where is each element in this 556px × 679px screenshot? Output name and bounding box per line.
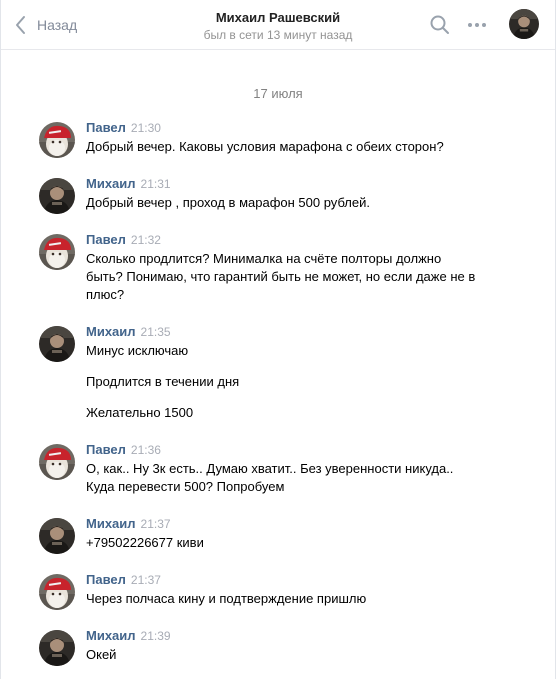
message-text: Добрый вечер. Каковы условия марафона с …	[86, 139, 444, 154]
back-button[interactable]: Назад	[13, 12, 77, 38]
avatar[interactable]	[39, 444, 75, 480]
avatar[interactable]	[39, 518, 75, 554]
avatar[interactable]	[39, 326, 75, 362]
message-author[interactable]: Михаил	[86, 516, 136, 531]
message-text: Добрый вечер , проход в марафон 500 рубл…	[86, 195, 370, 210]
message-author[interactable]: Павел	[86, 442, 126, 457]
partner-avatar[interactable]	[509, 9, 539, 39]
date-separator: 17 июля	[253, 86, 303, 101]
message-time[interactable]: 21:35	[141, 325, 171, 339]
more-button[interactable]	[466, 14, 488, 36]
avatar[interactable]	[39, 122, 75, 158]
chat-title-block[interactable]: Михаил Рашевский был в сети 13 минут наз…	[151, 9, 405, 43]
last-seen-status: был в сети 13 минут назад	[203, 28, 353, 42]
back-label: Назад	[37, 17, 78, 33]
message-author[interactable]: Павел	[86, 120, 126, 135]
message-author[interactable]: Михаил	[86, 628, 136, 643]
message-text: +79502226677 киви	[86, 535, 204, 550]
message-time[interactable]: 21:37	[141, 517, 171, 531]
message-text: Через полчаса кину и подтверждение пришл…	[86, 591, 367, 606]
message-text: Сколько продлится? Минималка на счёте по…	[86, 251, 476, 302]
chevron-left-icon	[16, 16, 25, 34]
avatar[interactable]	[39, 178, 75, 214]
message-time[interactable]: 21:39	[141, 629, 171, 643]
message-time[interactable]: 21:30	[131, 121, 161, 135]
message-author[interactable]: Павел	[86, 572, 126, 587]
chat-header: Назад Михаил Рашевский был в сети 13 мин…	[1, 0, 555, 50]
message-text: Минус исключаю Продлится в течении дня Ж…	[86, 343, 240, 420]
avatar[interactable]	[39, 234, 75, 270]
chat-partner-name[interactable]: Михаил Рашевский	[151, 9, 405, 26]
chat-window: Назад Михаил Рашевский был в сети 13 мин…	[0, 0, 556, 679]
avatar[interactable]	[39, 630, 75, 666]
message-time[interactable]: 21:36	[131, 443, 161, 457]
avatar[interactable]	[39, 574, 75, 610]
message-text: О, как.. Ну 3к есть.. Думаю хватит.. Без…	[86, 461, 454, 494]
message-time[interactable]: 21:31	[141, 177, 171, 191]
message-author[interactable]: Павел	[86, 232, 126, 247]
message-author[interactable]: Михаил	[86, 176, 136, 191]
message-time[interactable]: 21:37	[131, 573, 161, 587]
search-icon	[430, 15, 449, 34]
more-icon	[468, 23, 486, 27]
message-text: Окей	[86, 647, 117, 662]
message-time[interactable]: 21:32	[131, 233, 161, 247]
search-button[interactable]	[429, 14, 451, 36]
message-author[interactable]: Михаил	[86, 324, 136, 339]
